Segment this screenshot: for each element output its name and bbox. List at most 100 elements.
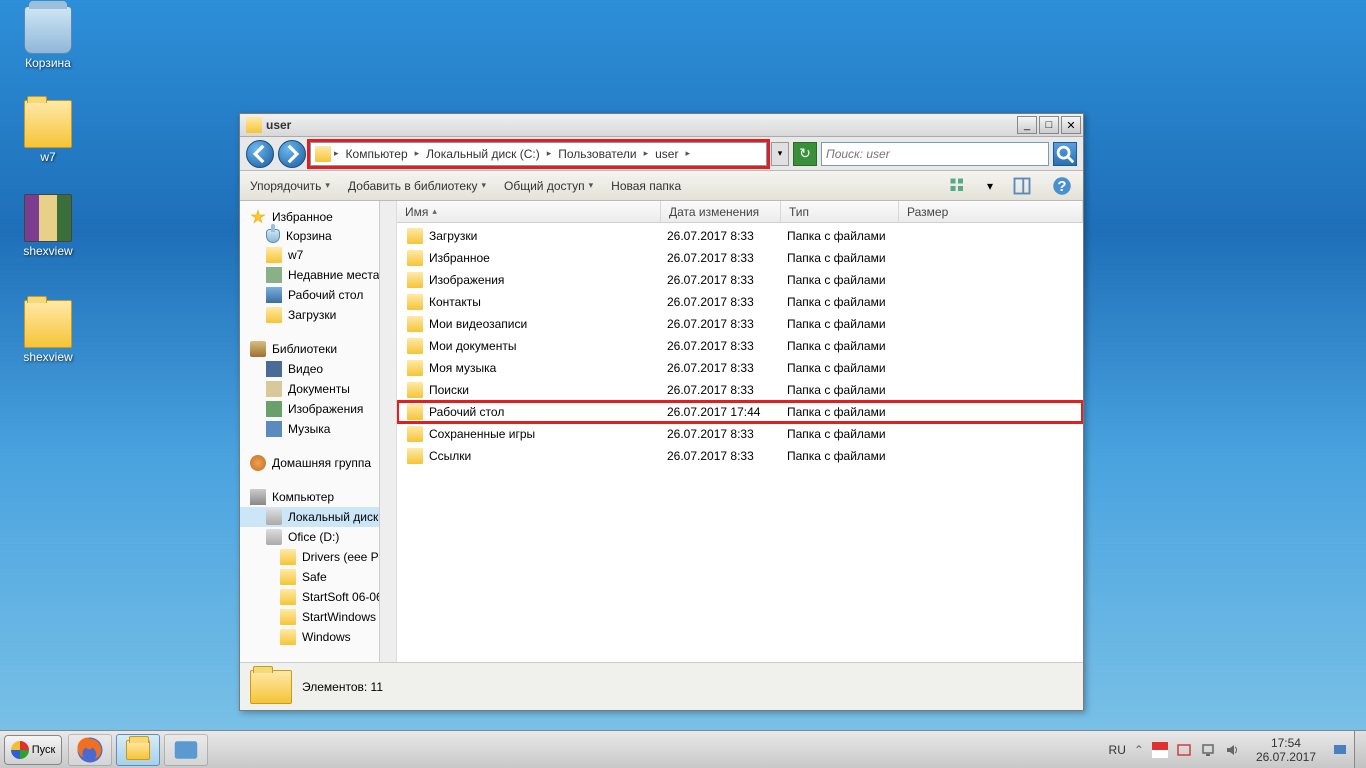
library-icon [250, 341, 266, 357]
file-row[interactable]: Изображения26.07.2017 8:33Папка с файлам… [397, 269, 1083, 291]
nav-scrollbar[interactable] [379, 201, 396, 662]
nav-item[interactable]: Рабочий стол [240, 285, 396, 305]
nav-item-drive-d[interactable]: Ofice (D:) [240, 527, 396, 547]
add-library-menu[interactable]: Добавить в библиотеку▾ [348, 179, 486, 193]
nav-item-drive-c[interactable]: Локальный диск ( [240, 507, 396, 527]
show-desktop-button[interactable] [1354, 731, 1366, 768]
view-dropdown[interactable]: ▾ [987, 179, 993, 193]
new-folder-button[interactable]: Новая папка [611, 179, 681, 193]
nav-item[interactable]: Windows [240, 627, 396, 647]
file-row[interactable]: Поиски26.07.2017 8:33Папка с файлами [397, 379, 1083, 401]
nav-bar: ▸ Компьютер ▸ Локальный диск (C:) ▸ Поль… [240, 137, 1083, 171]
video-icon [266, 361, 282, 377]
file-row[interactable]: Загрузки26.07.2017 8:33Папка с файлами [397, 225, 1083, 247]
address-bar[interactable]: ▸ Компьютер ▸ Локальный диск (C:) ▸ Поль… [310, 142, 767, 166]
nav-item[interactable]: Недавние места [240, 265, 396, 285]
maximize-button[interactable]: □ [1039, 116, 1059, 134]
nav-item[interactable]: w7 [240, 245, 396, 265]
nav-item[interactable]: StartWindows [240, 607, 396, 627]
nav-item[interactable]: Safe [240, 567, 396, 587]
tray-flag-icon[interactable] [1152, 742, 1168, 758]
file-row[interactable]: Мои документы26.07.2017 8:33Папка с файл… [397, 335, 1083, 357]
shexview2-label: shexview [10, 350, 86, 364]
file-row[interactable]: Сохраненные игры26.07.2017 8:33Папка с ф… [397, 423, 1083, 445]
favorites-group[interactable]: Избранное [240, 207, 396, 227]
address-dropdown[interactable]: ▾ [771, 142, 789, 166]
view-menu[interactable] [947, 175, 969, 197]
chevron-icon[interactable]: ▸ [331, 148, 342, 159]
breadcrumb-seg[interactable]: Локальный диск (C:) [422, 147, 544, 161]
language-indicator[interactable]: RU [1109, 743, 1126, 757]
folder-icon [24, 100, 72, 148]
taskbar-app[interactable] [164, 734, 208, 766]
col-type[interactable]: Тип [781, 201, 899, 222]
search-box[interactable] [821, 142, 1049, 166]
help-button[interactable]: ? [1051, 175, 1073, 197]
back-button[interactable] [246, 140, 274, 168]
file-row[interactable]: Избранное26.07.2017 8:33Папка с файлами [397, 247, 1083, 269]
tray-monitor-icon[interactable] [1332, 742, 1348, 758]
folder-icon [280, 569, 296, 585]
folder-w7[interactable]: w7 [10, 100, 86, 164]
navigation-pane[interactable]: Избранное Корзина w7 Недавние места Рабо… [240, 201, 397, 662]
libraries-group[interactable]: Библиотеки [240, 339, 396, 359]
folder-icon [280, 589, 296, 605]
app-shexview[interactable]: shexview [10, 194, 86, 258]
computer-group[interactable]: Компьютер [240, 487, 396, 507]
titlebar[interactable]: user _ □ ✕ [240, 114, 1083, 137]
tray-action-icon[interactable] [1176, 742, 1192, 758]
file-row[interactable]: Ссылки26.07.2017 8:33Папка с файлами [397, 445, 1083, 467]
folder-w7-label: w7 [10, 150, 86, 164]
file-row[interactable]: Рабочий стол26.07.2017 17:44Папка с файл… [397, 401, 1083, 423]
chevron-icon[interactable]: ▸ [412, 148, 423, 159]
nav-item[interactable]: Музыка [240, 419, 396, 439]
nav-item[interactable]: StartSoft 06-06- [240, 587, 396, 607]
nav-item[interactable]: Документы [240, 379, 396, 399]
tray-volume-icon[interactable] [1224, 742, 1240, 758]
chevron-icon[interactable]: ▸ [682, 148, 693, 159]
forward-button[interactable] [278, 140, 306, 168]
window-title: user [266, 118, 1017, 132]
recycle-bin[interactable]: Корзина [10, 6, 86, 70]
breadcrumb-seg[interactable]: Компьютер [342, 147, 412, 161]
chevron-icon[interactable]: ▸ [544, 148, 555, 159]
organize-menu[interactable]: Упорядочить▾ [250, 179, 330, 193]
file-list[interactable]: Загрузки26.07.2017 8:33Папка с файламиИз… [397, 223, 1083, 662]
nav-item[interactable]: Drivers (eee PC [240, 547, 396, 567]
nav-item[interactable]: Изображения [240, 399, 396, 419]
taskbar-firefox[interactable] [68, 734, 112, 766]
close-button[interactable]: ✕ [1061, 116, 1081, 134]
share-menu[interactable]: Общий доступ▾ [504, 179, 593, 193]
star-icon [250, 209, 266, 225]
file-row[interactable]: Контакты26.07.2017 8:33Папка с файлами [397, 291, 1083, 313]
taskbar: Пуск RU ⌃ 17:54 26.07.2017 [0, 730, 1366, 768]
nav-item[interactable]: Загрузки [240, 305, 396, 325]
breadcrumb-seg[interactable]: Пользователи [554, 147, 640, 161]
clock[interactable]: 17:54 26.07.2017 [1248, 736, 1324, 764]
search-input[interactable] [826, 147, 1044, 161]
col-name[interactable]: Имя▴ [397, 201, 661, 222]
file-row[interactable]: Мои видеозаписи26.07.2017 8:33Папка с фа… [397, 313, 1083, 335]
start-button[interactable]: Пуск [4, 735, 62, 765]
folder-shexview[interactable]: shexview [10, 300, 86, 364]
preview-pane-button[interactable] [1011, 175, 1033, 197]
nav-item[interactable]: Видео [240, 359, 396, 379]
folder-icon [407, 426, 423, 442]
tray-expand[interactable]: ⌃ [1134, 743, 1144, 757]
file-row[interactable]: Моя музыка26.07.2017 8:33Папка с файлами [397, 357, 1083, 379]
chevron-icon[interactable]: ▸ [641, 148, 652, 159]
nav-item[interactable]: Корзина [240, 227, 396, 245]
shexview-label: shexview [10, 244, 86, 258]
col-size[interactable]: Размер [899, 201, 1083, 222]
file-name: Избранное [429, 251, 667, 265]
breadcrumb-seg[interactable]: user [651, 147, 682, 161]
refresh-button[interactable]: ↻ [793, 142, 817, 166]
homegroup[interactable]: Домашняя группа [240, 453, 396, 473]
taskbar-explorer[interactable] [116, 734, 160, 766]
file-type: Папка с файлами [787, 383, 907, 397]
tray-network-icon[interactable] [1200, 742, 1216, 758]
file-name: Сохраненные игры [429, 427, 667, 441]
col-date[interactable]: Дата изменения [661, 201, 781, 222]
search-button[interactable] [1053, 142, 1077, 166]
minimize-button[interactable]: _ [1017, 116, 1037, 134]
